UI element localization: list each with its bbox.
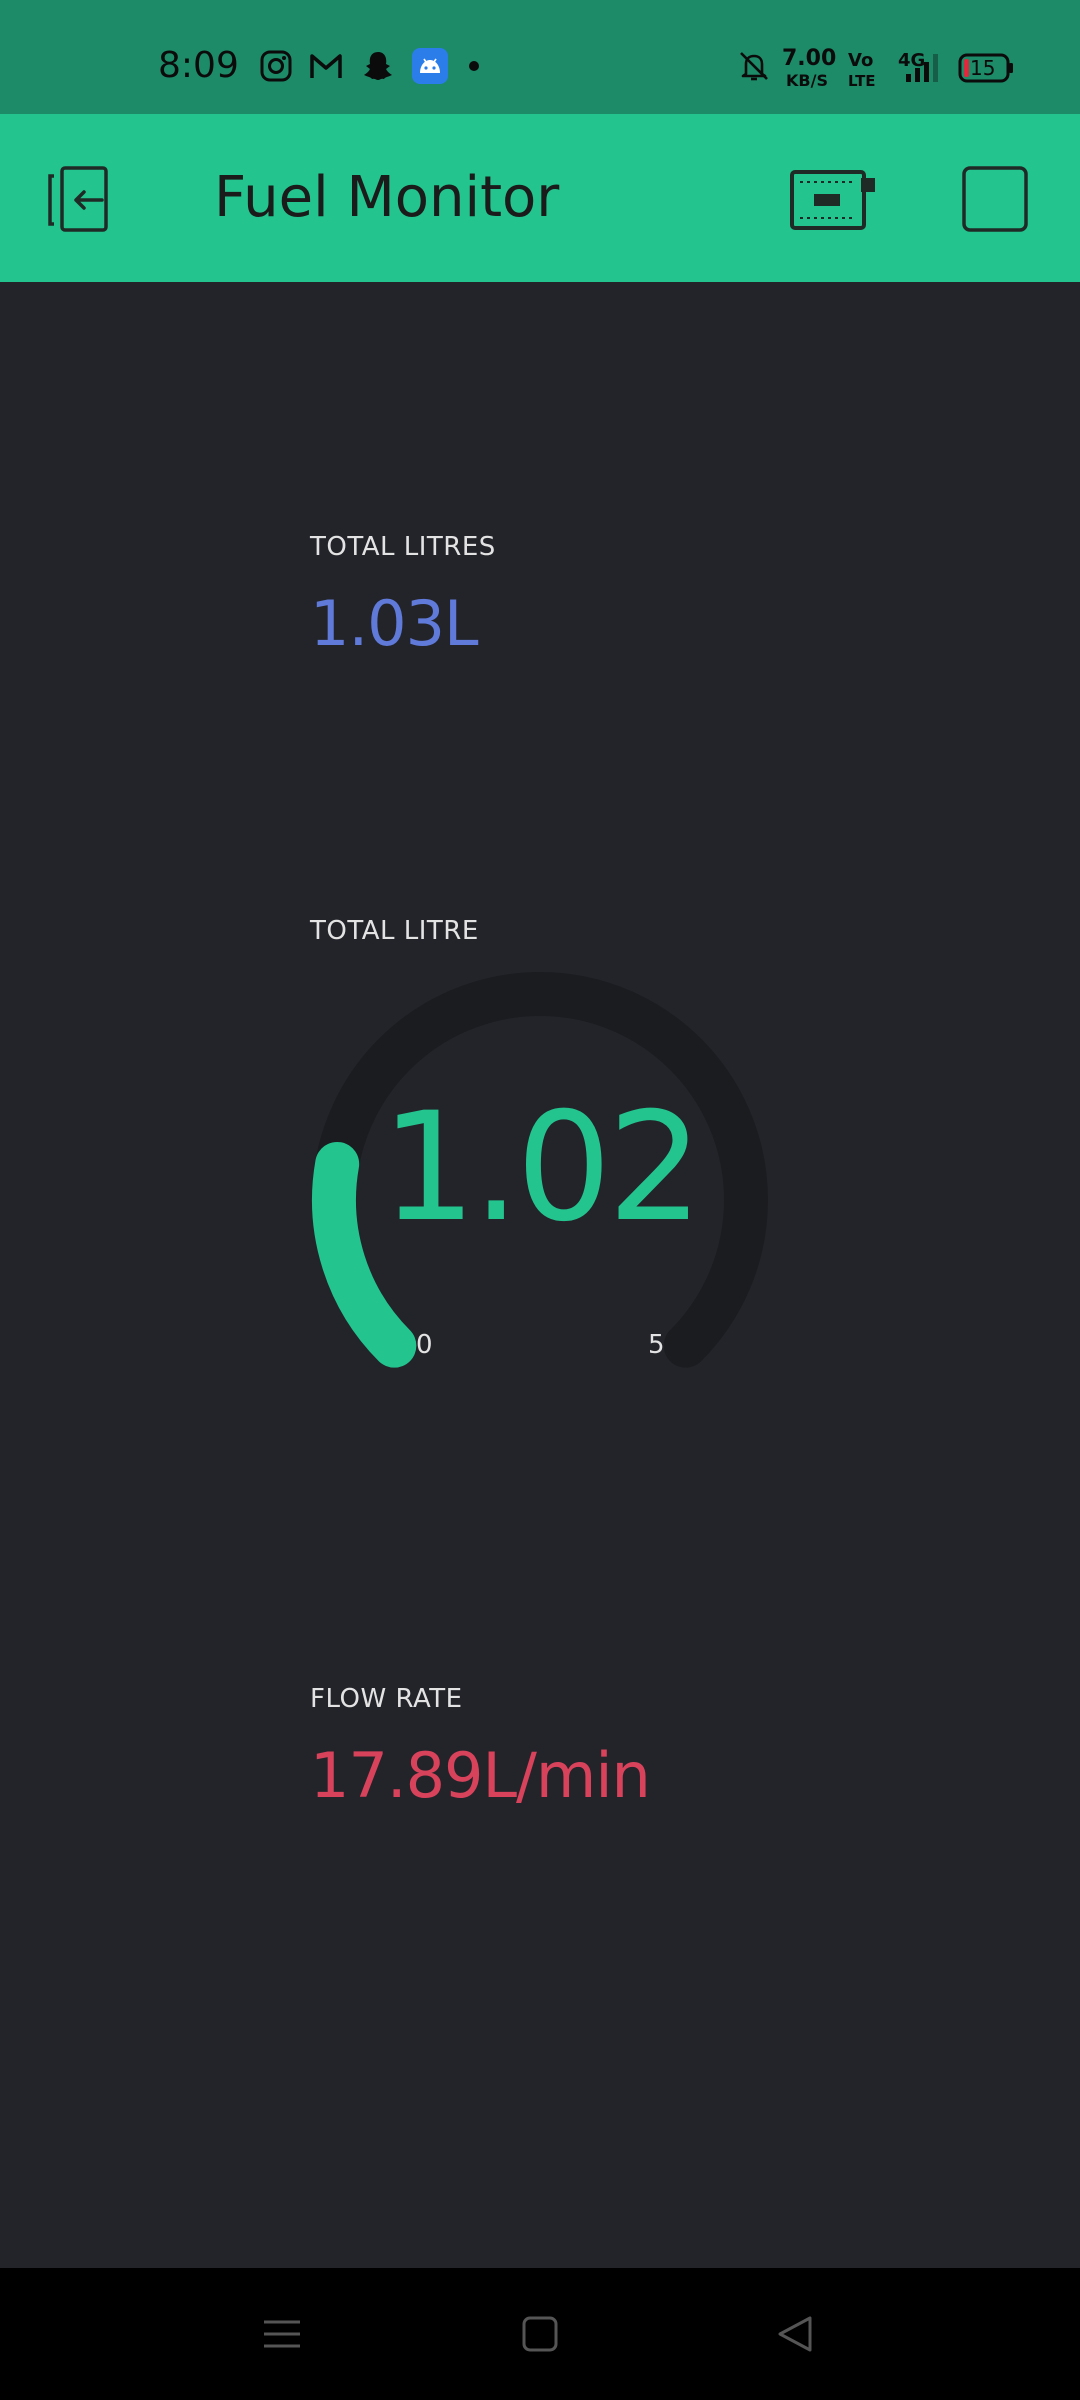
network-speed: 7.00 [782, 46, 837, 71]
gmail-icon [310, 54, 342, 78]
network-speed-unit: KB/S [786, 71, 828, 90]
app-bar: Fuel Monitor [0, 114, 1080, 282]
flow-rate-value: 17.89L/min [310, 1739, 651, 1812]
gauge-max-label: 5 [648, 1330, 665, 1360]
flow-rate-label: FLOW RATE [310, 1684, 463, 1714]
exit-icon[interactable] [40, 154, 130, 244]
device-board-icon[interactable] [784, 154, 884, 244]
battery-level: 15 [970, 56, 996, 80]
page-title: Fuel Monitor [214, 165, 560, 230]
gauge-min-label: 0 [416, 1330, 433, 1360]
instagram-icon [260, 50, 292, 82]
signal-icon [906, 54, 938, 82]
snapchat-icon [364, 52, 392, 80]
square-icon[interactable] [950, 154, 1040, 244]
android-icon [412, 48, 448, 84]
gauge-label: TOTAL LITRE [310, 916, 479, 946]
lte-label: LTE [848, 72, 876, 90]
home-icon[interactable] [516, 2310, 564, 2358]
gauge-value: 1.02 [381, 1081, 703, 1255]
total-litres-label: TOTAL LITRES [310, 532, 496, 562]
volte-label: Vo [848, 50, 874, 71]
total-litres-value: 1.03L [310, 587, 479, 660]
navigation-bar [0, 2268, 1080, 2400]
status-bar: 8:09 7.00 KB/S Vo LTE 4G 15 [0, 0, 1080, 114]
status-time: 8:09 [158, 45, 239, 86]
menu-icon[interactable] [258, 2310, 306, 2358]
back-icon[interactable] [772, 2310, 820, 2358]
bell-muted-icon [740, 52, 768, 81]
gauge-widget: 1.02 0 5 [300, 960, 780, 1380]
dot-icon [469, 61, 479, 71]
